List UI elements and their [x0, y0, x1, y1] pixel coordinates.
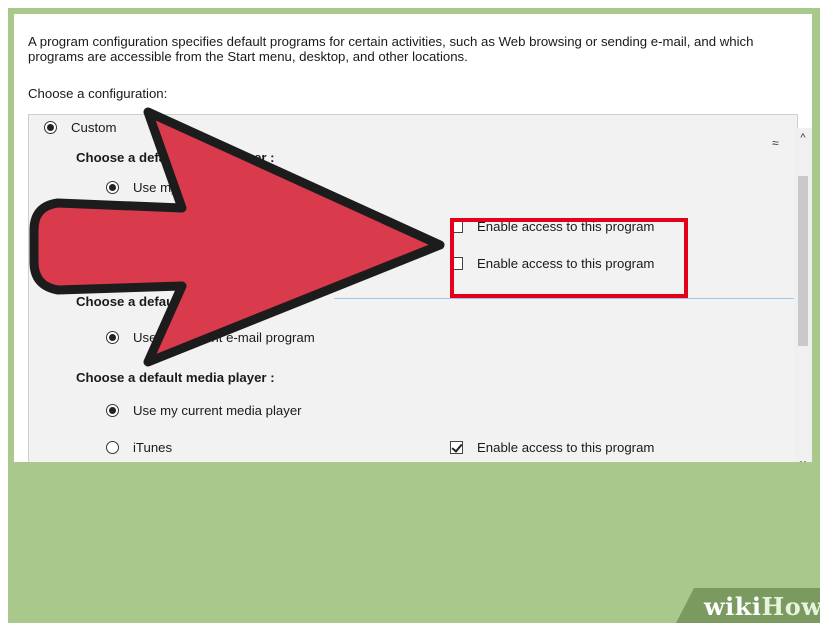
- scroll-down-icon[interactable]: v: [794, 458, 812, 462]
- scroll-thumb[interactable]: [798, 176, 808, 346]
- watermark-how: How: [761, 592, 820, 621]
- media-player-heading: Choose a default media player :: [76, 370, 275, 385]
- chrome-label: Google Chrome: [133, 219, 227, 234]
- watermark-wiki: wiki: [704, 592, 762, 621]
- wikihow-watermark: wikiHow: [676, 588, 820, 623]
- itunes-label: iTunes: [133, 440, 173, 455]
- itunes-enable-access[interactable]: Enable access to this program: [450, 440, 654, 455]
- program-configuration-dialog: A program configuration specifies defaul…: [14, 14, 812, 462]
- section-divider: [334, 298, 794, 299]
- highlight-box: [450, 218, 688, 298]
- vertical-scrollbar[interactable]: ^ v: [794, 128, 812, 462]
- scroll-up-icon[interactable]: ^: [794, 132, 812, 146]
- media-player-option-itunes[interactable]: iTunes: [106, 440, 172, 455]
- itunes-enable-checkbox[interactable]: [450, 441, 463, 454]
- chrome-radio[interactable]: [106, 220, 119, 233]
- firefox-radio[interactable]: [106, 257, 119, 270]
- media-player-current-label: Use my current media player: [133, 403, 302, 418]
- web-browser-current-label: Use my current Web browser: [133, 180, 304, 195]
- email-heading: Choose a default e-mail program :: [76, 294, 290, 309]
- collapse-icon[interactable]: ≈: [772, 136, 779, 150]
- web-browser-option-chrome[interactable]: Google Chrome: [106, 219, 226, 234]
- email-current-radio[interactable]: [106, 331, 119, 344]
- web-browser-option-current[interactable]: Use my current Web browser: [106, 180, 304, 195]
- web-browser-option-firefox[interactable]: Mozilla Firefox: [106, 256, 218, 271]
- web-browser-current-radio[interactable]: [106, 181, 119, 194]
- custom-label: Custom: [71, 120, 117, 135]
- choose-configuration-label: Choose a configuration:: [28, 86, 168, 101]
- web-browser-heading: Choose a default web browser :: [76, 150, 275, 165]
- email-option-current[interactable]: Use my current e-mail program: [106, 330, 315, 345]
- custom-option[interactable]: Custom: [44, 120, 116, 135]
- firefox-label: Mozilla Firefox: [133, 256, 219, 271]
- media-player-option-current[interactable]: Use my current media player: [106, 403, 302, 418]
- email-current-label: Use my current e-mail program: [133, 330, 315, 345]
- itunes-radio[interactable]: [106, 441, 119, 454]
- intro-text: A program configuration specifies defaul…: [28, 34, 754, 64]
- itunes-enable-label: Enable access to this program: [477, 440, 655, 455]
- custom-radio[interactable]: [44, 121, 57, 134]
- media-player-current-radio[interactable]: [106, 404, 119, 417]
